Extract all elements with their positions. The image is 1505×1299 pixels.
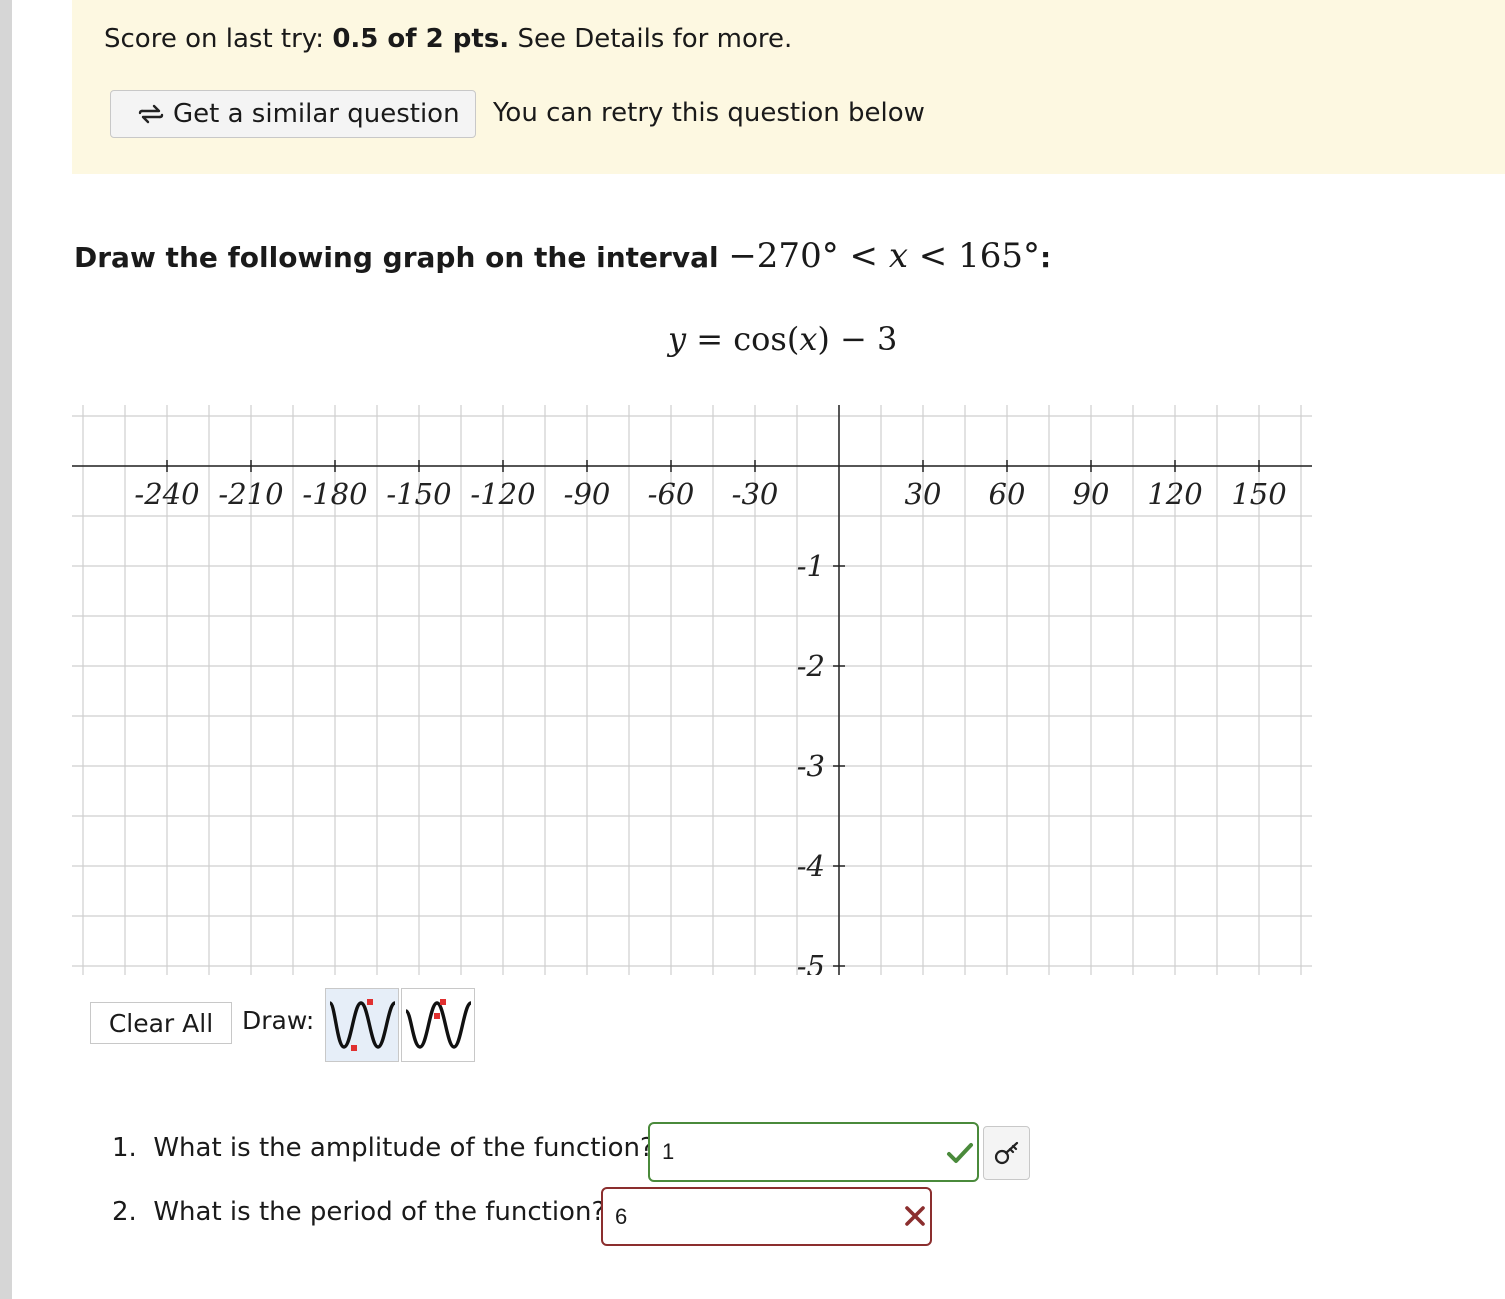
part-1-question: 1. What is the amplitude of the function… bbox=[112, 1133, 654, 1163]
x-tick-label: 150 bbox=[1231, 477, 1286, 511]
x-tick-label: -150 bbox=[386, 477, 451, 511]
amplitude-answer-field[interactable]: 1 bbox=[648, 1122, 979, 1182]
equation-end: ) − 3 bbox=[817, 320, 898, 358]
part-2-number: 2. bbox=[112, 1197, 137, 1227]
interval-expression: −270° < x < 165° bbox=[728, 236, 1040, 276]
period-answer-value: 6 bbox=[615, 1203, 628, 1229]
part-2-text: What is the period of the function? bbox=[153, 1197, 606, 1227]
sine-wave-icon bbox=[328, 999, 397, 1051]
x-tick-label: -180 bbox=[302, 477, 367, 511]
x-tick-label: -60 bbox=[648, 477, 695, 511]
function-equation: y = cos(x) − 3 bbox=[668, 320, 897, 358]
key-icon bbox=[994, 1141, 1018, 1165]
x-tick-label: 30 bbox=[905, 477, 942, 511]
equation-mid: = cos( bbox=[686, 320, 800, 358]
part-1-number: 1. bbox=[112, 1133, 137, 1163]
clear-all-label: Clear All bbox=[108, 1008, 214, 1038]
score-value: 0.5 of 2 pts. bbox=[332, 24, 510, 54]
equation-x: x bbox=[799, 320, 818, 358]
interval-right: < 165° bbox=[908, 236, 1040, 276]
get-similar-question-button[interactable]: Get a similar question bbox=[110, 90, 476, 138]
question-prompt: Draw the following graph on the interval… bbox=[74, 236, 1051, 276]
x-tick-label: 60 bbox=[989, 477, 1026, 511]
interval-left: −270° < bbox=[728, 236, 889, 276]
x-tick-label: 120 bbox=[1147, 477, 1202, 511]
score-prefix: Score on last try: bbox=[104, 24, 333, 54]
retry-text: You can retry this question below bbox=[493, 98, 925, 128]
interval-variable: x bbox=[888, 236, 908, 276]
equation-y: y bbox=[668, 320, 687, 358]
x-tick-label: -90 bbox=[564, 477, 611, 511]
similar-button-label: Get a similar question bbox=[173, 99, 460, 129]
x-mark-icon bbox=[905, 1206, 925, 1226]
y-tick-label: -5 bbox=[797, 949, 825, 975]
answer-key-button[interactable] bbox=[983, 1126, 1030, 1180]
y-tick-label: -2 bbox=[797, 649, 825, 683]
y-tick-label: -3 bbox=[797, 749, 825, 783]
checkmark-icon bbox=[947, 1143, 973, 1163]
prompt-text: Draw the following graph on the interval bbox=[74, 241, 729, 274]
x-tick-label: 90 bbox=[1073, 477, 1110, 511]
x-tick-label: -30 bbox=[732, 477, 779, 511]
draw-label: Draw: bbox=[242, 1006, 315, 1035]
score-suffix: See Details for more. bbox=[509, 24, 793, 54]
page-left-border bbox=[0, 0, 12, 1299]
score-line: Score on last try: 0.5 of 2 pts. See Det… bbox=[104, 24, 792, 54]
amplitude-answer-value: 1 bbox=[662, 1139, 675, 1164]
refresh-icon bbox=[138, 104, 164, 124]
graph-canvas[interactable]: -240 -210 -180 -150 -120 -90 -60 -30 30 60 90 120 15… bbox=[72, 405, 1312, 975]
period-answer-field[interactable]: 6 bbox=[601, 1187, 932, 1246]
y-tick-label: -4 bbox=[797, 849, 825, 883]
x-tick-label: -210 bbox=[218, 477, 283, 511]
cosine-wave-icon bbox=[404, 999, 473, 1049]
clear-all-button[interactable]: Clear All bbox=[90, 1002, 232, 1044]
score-notice: Score on last try: 0.5 of 2 pts. See Det… bbox=[72, 0, 1505, 174]
part-1-text: What is the amplitude of the function? bbox=[153, 1133, 654, 1163]
x-tick-label: -120 bbox=[470, 477, 535, 511]
cosine-tool-button[interactable] bbox=[401, 988, 475, 1062]
part-2-question: 2. What is the period of the function? bbox=[112, 1197, 605, 1227]
x-tick-label: -240 bbox=[134, 477, 199, 511]
sine-tool-button[interactable] bbox=[325, 988, 399, 1062]
interval-colon: : bbox=[1040, 241, 1052, 274]
y-tick-label: -1 bbox=[797, 549, 825, 583]
